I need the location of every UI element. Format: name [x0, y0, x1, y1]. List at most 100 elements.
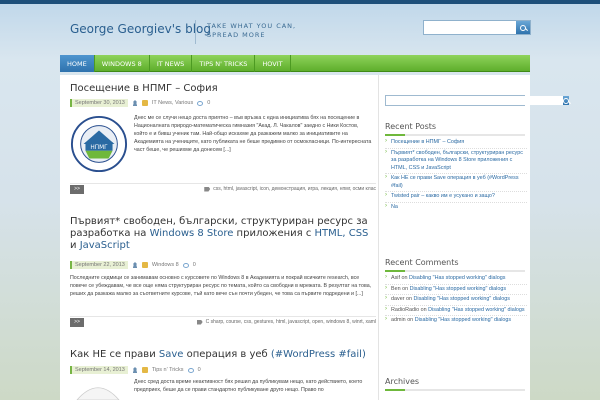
heading-rule — [385, 270, 525, 272]
header-search-input[interactable] — [424, 21, 516, 34]
recent-posts-heading: Recent Posts — [385, 122, 437, 131]
comment-icon — [197, 100, 204, 106]
recent-post-link[interactable]: Първият* свободен, български, структурир… — [385, 149, 527, 174]
nav-home[interactable]: HOME — [60, 55, 95, 72]
post-title-text[interactable]: HTML, CSS — [315, 228, 369, 239]
comment-on: on — [401, 275, 408, 281]
content-area: Посещение в НПМГ – София September 30, 2… — [60, 75, 569, 400]
post-thumbnail-image — [76, 387, 120, 400]
post-title-text[interactable]: и — [70, 240, 80, 251]
recent-comment: Asif on Disabling "Has stopped working" … — [385, 274, 527, 285]
comment-author[interactable]: daver — [391, 296, 405, 302]
post-title-text[interactable]: Посещение в НПМГ – София — [70, 83, 218, 94]
sidebar-search-button[interactable] — [563, 96, 569, 105]
site-title[interactable]: George Georgiev's blog — [70, 22, 211, 36]
tag-icon — [196, 319, 203, 325]
post-comment-count[interactable]: 0 — [207, 100, 210, 106]
site-header: George Georgiev's blog TAKE WHAT YOU CAN… — [60, 6, 531, 54]
recent-post-link[interactable]: Twisted pair – какво им е усукано и защо… — [385, 192, 527, 203]
post-meta: September 22, 2013 Windows 8 0 — [70, 260, 196, 270]
search-icon — [563, 97, 569, 104]
comment-icon — [182, 262, 189, 268]
post-tags: C sharp, course, css, gestures, html, ja… — [196, 319, 376, 325]
post-title-text[interactable]: Windows 8 Store — [150, 228, 234, 239]
post-categories[interactable]: Windows 8 — [152, 262, 179, 268]
post-tags: css, html, javascript, icon, демонстраци… — [204, 186, 376, 192]
nav-windows8[interactable]: WINDOWS 8 — [95, 55, 150, 72]
comment-on: on — [420, 306, 427, 313]
archives-heading: Archives — [385, 377, 420, 386]
recent-comment: daver on Disabling "Has stopped working"… — [385, 295, 527, 306]
post-categories[interactable]: IT News, Various — [152, 100, 193, 106]
recent-comment: Ben on Disabling "Has stopped working" d… — [385, 285, 527, 295]
post-date: September 30, 2013 — [70, 99, 128, 107]
post-comment-count[interactable]: 0 — [193, 262, 196, 268]
post-tags-list[interactable]: css, html, javascript, icon, демонстраци… — [213, 186, 376, 192]
author-icon — [131, 100, 138, 106]
post-excerpt: Днес ме се случи нещо доста приятно – въ… — [134, 115, 372, 153]
recent-comment: admin on Disabling "Has stopped working"… — [385, 316, 527, 326]
folder-icon — [141, 262, 148, 268]
post-title[interactable]: Как НЕ се прави Save операция в уеб (#Wo… — [70, 349, 370, 361]
nav-tips-n-tricks[interactable]: TIPS N' TRICKS — [192, 55, 256, 72]
sidebar-search-input[interactable] — [386, 96, 563, 105]
tagline-divider — [195, 20, 196, 44]
header-search — [423, 20, 531, 35]
comment-author[interactable]: RadioRadio — [391, 307, 419, 313]
heading-rule — [385, 134, 525, 136]
post-list: Посещение в НПМГ – София September 30, 2… — [60, 75, 376, 400]
comment-post-link[interactable]: Disabling "Has stopped working" dialogs — [409, 275, 505, 281]
recent-post-link[interactable]: Na — [385, 203, 527, 213]
post-meta: September 14, 2013 Tips n' Tricks 0 — [70, 365, 201, 375]
read-more-button[interactable]: >> — [70, 184, 84, 194]
svg-text:НПМГ: НПМГ — [90, 145, 108, 151]
post-title-text[interactable]: (#WordPress #fail) — [271, 349, 366, 360]
comment-on: on — [407, 317, 414, 323]
post-tags-row: >> css, html, javascript, icon, демонстр… — [70, 183, 376, 194]
comment-author[interactable]: admin — [391, 317, 406, 323]
comment-on: on — [402, 285, 409, 292]
comment-post-link[interactable]: Disabling "Has stopped working" dialogs — [415, 317, 511, 323]
heading-rule — [385, 389, 525, 391]
recent-posts-list: Посещение в НПМГ – София Първият* свобод… — [385, 138, 527, 212]
header-search-button[interactable] — [516, 21, 530, 34]
comment-on: on — [406, 296, 412, 302]
nav-hovit[interactable]: HOVIT — [255, 55, 291, 72]
post-date: September 14, 2013 — [70, 366, 128, 374]
post-title-text[interactable]: приложения с — [233, 228, 314, 239]
post-comment-count[interactable]: 0 — [198, 367, 201, 373]
comment-post-link[interactable]: Disabling "Has stopped working" dialogs — [410, 286, 506, 292]
npmg-logo-image: НПМГ — [70, 115, 128, 173]
main-nav: HOME WINDOWS 8 IT NEWS TIPS N' TRICKS HO… — [60, 55, 530, 72]
recent-comments-heading: Recent Comments — [385, 258, 459, 267]
comment-icon — [187, 367, 194, 373]
recent-comment: RadioRadio on Disabling "Has stopped wor… — [385, 306, 527, 316]
post-tags-list[interactable]: C sharp, course, css, gestures, html, ja… — [206, 319, 376, 325]
post-title[interactable]: Посещение в НПМГ – София — [70, 83, 370, 95]
post-title-text[interactable]: JavaScript — [80, 240, 130, 251]
search-icon — [520, 24, 526, 31]
read-more-button[interactable]: >> — [70, 317, 84, 327]
comment-author[interactable]: Asif — [391, 275, 400, 281]
sidebar-search — [385, 95, 569, 106]
author-icon — [131, 367, 138, 373]
post-excerpt: Днес сред доста време неактивност бях ре… — [134, 379, 363, 393]
post-excerpt: Последните седмици се занимавам основно … — [70, 275, 372, 297]
site-tagline: TAKE WHAT YOU CAN, SPREAD MORE — [207, 22, 297, 39]
post-title[interactable]: Първият* свободен, български, структурир… — [70, 216, 370, 252]
sidebar: Recent Posts Посещение в НПМГ – София Пъ… — [378, 75, 569, 400]
comment-author[interactable]: Ben — [391, 286, 401, 292]
nav-it-news[interactable]: IT NEWS — [150, 55, 193, 72]
author-icon — [131, 262, 138, 268]
recent-post-link[interactable]: Как НЕ се прави Save операция в уеб (#Wo… — [385, 174, 527, 192]
post-meta: September 30, 2013 IT News, Various 0 — [70, 98, 210, 108]
post-title-text[interactable]: Save — [159, 349, 184, 360]
post-categories[interactable]: Tips n' Tricks — [152, 367, 184, 373]
post-title-text[interactable]: Как НЕ се прави — [70, 349, 159, 360]
comment-post-link[interactable]: Disabling "Has stopped working" dialogs — [428, 307, 524, 313]
top-accent-bar — [0, 0, 600, 4]
recent-post-link[interactable]: Посещение в НПМГ – София — [385, 138, 527, 149]
post-tags-row: >> C sharp, course, css, gestures, html,… — [70, 316, 376, 327]
post-title-text[interactable]: операция в уеб — [183, 349, 270, 360]
comment-post-link[interactable]: Disabling "Has stopped working" dialogs — [414, 296, 510, 302]
